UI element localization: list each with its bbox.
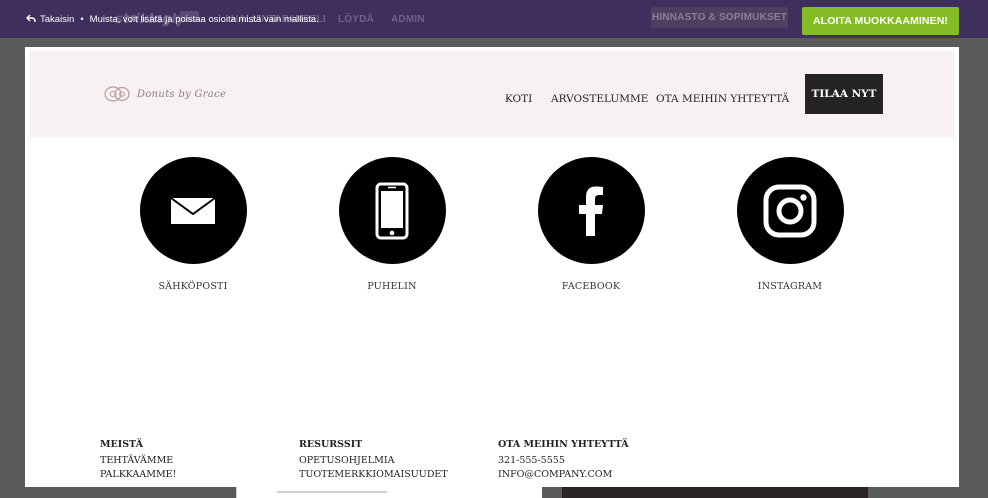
footer-heading: RESURSSIT (299, 439, 363, 450)
brand-name: Donuts by Grace (137, 88, 227, 100)
footer-email[interactable]: INFO@COMPANY.COM (498, 468, 629, 482)
backdrop-template-card-dark (562, 487, 868, 498)
contact-phone[interactable]: PUHELIN (322, 157, 462, 292)
back-arrow-icon[interactable] (26, 14, 36, 24)
footer-link[interactable]: TEHTÄVÄMME (100, 454, 176, 468)
instagram-icon (763, 184, 817, 237)
footer-about: MEISTÄ TEHTÄVÄMME PALKKAAMME! (100, 439, 176, 482)
footer-resources: RESURSSIT OPETUSOHJELMIA TUOTEMERKKIOMAI… (299, 439, 448, 482)
separator-dot: • (80, 13, 84, 25)
nav-admin-link[interactable]: ADMIN (391, 0, 425, 38)
footer-link[interactable]: TUOTEMERKKIOMAISUUDET (299, 468, 448, 482)
template-notice-text: Muista, voit lisätä ja poistaa osioita m… (89, 13, 319, 25)
contact-label: INSTAGRAM (757, 281, 823, 292)
contact-email[interactable]: SÄHKÖPOSTI (123, 157, 263, 292)
phone-circle[interactable] (338, 157, 446, 264)
back-link[interactable]: Takaisin (40, 14, 74, 25)
nav-home-link[interactable]: KOTI (505, 93, 532, 105)
nav-contact-link[interactable]: OTA MEIHIN YHTEYTTÄ (656, 93, 789, 105)
phone-icon (375, 182, 409, 239)
contact-label: FACEBOOK (561, 281, 621, 292)
footer-contact: OTA MEIHIN YHTEYTTÄ 321-555-5555 INFO@CO… (498, 439, 629, 482)
facebook-circle[interactable] (537, 157, 645, 264)
email-circle[interactable] (139, 157, 247, 264)
footer-heading: MEISTÄ (100, 439, 143, 450)
contact-label: SÄHKÖPOSTI (158, 281, 228, 292)
contact-label: PUHELIN (367, 281, 417, 292)
order-now-button[interactable]: TILAA NYT (805, 74, 883, 114)
donut-logo-icon (104, 86, 130, 102)
backdrop-template-card (236, 487, 542, 498)
footer-link[interactable]: OPETUSOHJELMIA (299, 454, 448, 468)
pricing-button[interactable]: HINNASTO & SOPIMUKSET (651, 7, 788, 28)
start-editing-button[interactable]: ALOITA MUOKKAAMINEN! (802, 7, 959, 35)
footer-link[interactable]: PALKKAAMME! (100, 468, 176, 482)
instagram-circle[interactable] (736, 157, 844, 264)
nav-reviews-link[interactable]: ARVOSTELUMME (551, 93, 648, 105)
contact-facebook[interactable]: FACEBOOK (521, 157, 661, 292)
site-brand[interactable]: Donuts by Grace (103, 85, 226, 103)
envelope-icon (170, 196, 216, 224)
back-notice: Takaisin • Muista, voit lisätä ja poista… (26, 12, 319, 26)
footer-phone[interactable]: 321-555-5555 (498, 454, 629, 468)
editor-top-bar: strikingly HALLINTAPANEELI LÖYDÄ ADMIN T… (0, 0, 988, 38)
contact-instagram[interactable]: INSTAGRAM (720, 157, 860, 292)
footer-heading: OTA MEIHIN YHTEYTTÄ (498, 439, 629, 450)
facebook-icon (579, 186, 603, 236)
template-preview: Donuts by Grace KOTI ARVOSTELUMME OTA ME… (25, 47, 959, 487)
site-header: Donuts by Grace KOTI ARVOSTELUMME OTA ME… (29, 51, 955, 137)
nav-discover-link[interactable]: LÖYDÄ (338, 0, 374, 38)
